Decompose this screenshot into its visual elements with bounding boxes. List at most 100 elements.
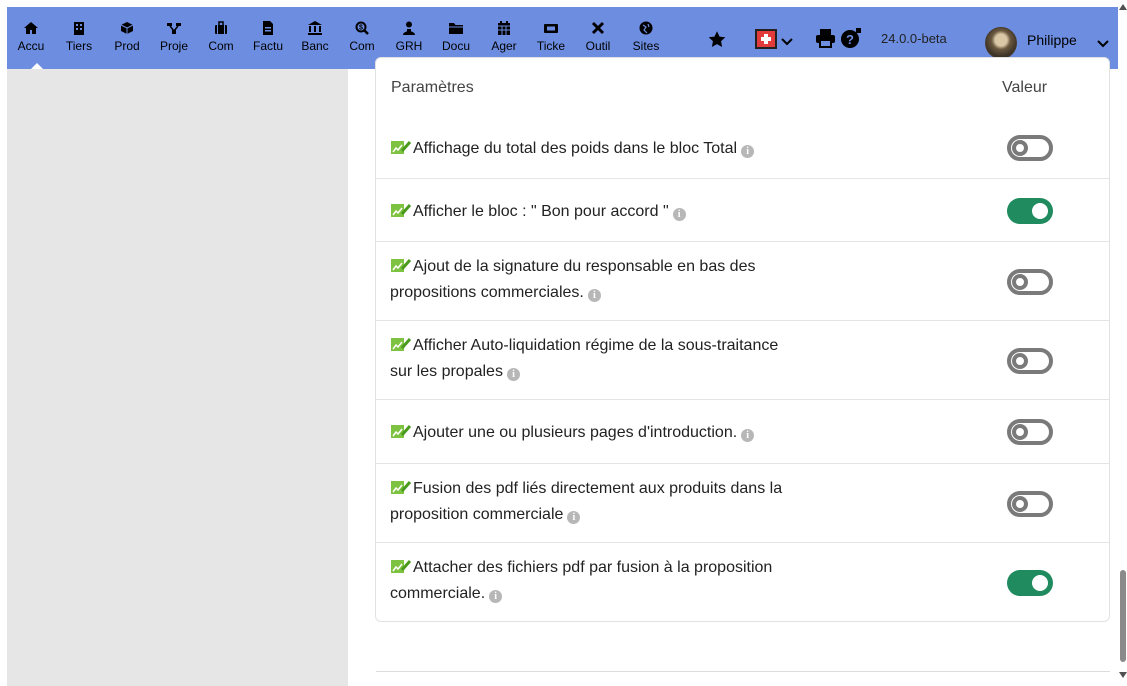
left-panel xyxy=(7,69,348,686)
menu-item-label: Factu xyxy=(252,39,283,53)
info-icon[interactable]: i xyxy=(741,429,755,442)
menu-item-products[interactable]: Prod xyxy=(103,7,151,69)
avatar[interactable] xyxy=(985,27,1017,59)
help-icon[interactable]: ? xyxy=(840,28,862,53)
menu-item-bank[interactable]: Banc xyxy=(291,7,339,69)
menu-item-home[interactable]: Accu xyxy=(7,7,55,69)
setting-label-line1: Ajouter une ou plusieurs pages d'introdu… xyxy=(413,424,738,441)
setting-label-line1: Fusion des pdf liés directement aux prod… xyxy=(413,480,783,497)
menu-item-label: Com xyxy=(349,39,375,53)
menu-item-label: Ager xyxy=(491,39,517,53)
info-icon[interactable]: i xyxy=(489,590,503,603)
setting-toggle[interactable] xyxy=(1007,348,1053,374)
column-header-parameters: Paramètres xyxy=(391,79,474,96)
username[interactable]: Philippe xyxy=(1027,32,1077,48)
language-flag-icon[interactable] xyxy=(755,29,777,54)
parameter-edit-icon xyxy=(391,204,412,217)
scroll-thumb[interactable] xyxy=(1120,570,1126,662)
setting-label-line1: Ajout de la signature du responsable en … xyxy=(413,258,756,275)
users-icon xyxy=(403,21,415,35)
setting-label: Ajout de la signature du responsable en … xyxy=(390,254,910,306)
parameter-edit-icon xyxy=(391,259,412,272)
column-header-value: Valeur xyxy=(1002,79,1048,96)
parameter-edit-icon xyxy=(391,338,412,351)
toggle-knob xyxy=(1012,496,1028,512)
setting-label-line2: proposition commerciale xyxy=(390,506,564,523)
svg-text:$: $ xyxy=(359,25,363,32)
tools-icon xyxy=(591,21,605,35)
project-icon xyxy=(167,23,181,34)
cube-icon xyxy=(120,22,134,34)
setting-label-line1: Affichage du total des poids dans le blo… xyxy=(413,140,738,157)
setting-label-line1: Afficher Auto-liquidation régime de la s… xyxy=(413,337,779,354)
menu-item-thirdparties[interactable]: Tiers xyxy=(55,7,103,69)
search-dollar-icon: $ xyxy=(355,21,369,35)
setting-row: Ajouter une ou plusieurs pages d'introdu… xyxy=(376,400,1109,464)
invoice-icon xyxy=(263,21,273,35)
menu-item-projects[interactable]: Proje xyxy=(150,7,198,69)
version-label: 24.0.0-beta xyxy=(881,31,947,46)
svg-text:?: ? xyxy=(846,32,854,47)
setting-toggle[interactable] xyxy=(1007,491,1053,517)
setting-toggle[interactable] xyxy=(1007,570,1053,596)
bookmark-star-icon[interactable] xyxy=(707,30,727,54)
menu-item-label: Ticke xyxy=(536,39,566,53)
setting-toggle[interactable] xyxy=(1007,419,1053,445)
menu-item-label: Proje xyxy=(159,39,188,53)
scroll-down-arrow-icon[interactable] xyxy=(1119,672,1127,678)
toggle-knob xyxy=(1012,424,1028,440)
info-icon[interactable]: i xyxy=(587,289,601,302)
parameter-edit-icon xyxy=(391,141,412,154)
menu-item-label: Docu xyxy=(441,39,470,53)
menu-item-billing[interactable]: Factu xyxy=(244,7,292,69)
setting-label-line1: Afficher le bloc : " Bon pour accord " xyxy=(413,203,669,220)
setting-label: Fusion des pdf liés directement aux prod… xyxy=(390,476,910,528)
menu-item-label: Banc xyxy=(301,39,329,53)
scroll-up-arrow-icon[interactable] xyxy=(1119,4,1127,10)
home-icon xyxy=(24,22,38,34)
setting-label: Afficher Auto-liquidation régime de la s… xyxy=(390,333,910,385)
setting-toggle[interactable] xyxy=(1007,198,1053,224)
setting-toggle[interactable] xyxy=(1007,269,1053,295)
toggle-knob xyxy=(1012,274,1028,290)
menu-item-label: Tiers xyxy=(65,39,93,53)
info-icon[interactable]: i xyxy=(567,511,581,524)
ticket-icon xyxy=(544,24,558,33)
print-icon[interactable] xyxy=(815,28,836,53)
toggle-knob xyxy=(1032,575,1048,591)
toggle-knob xyxy=(1012,140,1028,156)
calendar-icon xyxy=(498,21,510,35)
menu-item-label: GRH xyxy=(395,39,423,53)
section-divider xyxy=(376,671,1110,672)
setting-label-line2: commerciale. xyxy=(390,585,486,602)
setting-label: Affichage du total des poids dans le blo… xyxy=(390,136,910,162)
toggle-knob xyxy=(1032,203,1048,219)
setting-label-line1: Attacher des fichiers pdf par fusion à l… xyxy=(413,559,773,576)
building-icon xyxy=(74,22,84,35)
bank-icon xyxy=(308,21,322,35)
parameter-edit-icon xyxy=(391,425,412,438)
chevron-down-icon[interactable] xyxy=(781,34,793,52)
suitcase-icon xyxy=(215,21,227,34)
user-menu-chevron-icon[interactable] xyxy=(1097,36,1109,54)
parameter-edit-icon xyxy=(391,481,412,494)
folder-icon xyxy=(449,23,463,34)
setting-label: Afficher le bloc : " Bon pour accord " i xyxy=(390,199,910,225)
setting-row: Afficher Auto-liquidation régime de la s… xyxy=(376,321,1109,400)
menu-item-label: Com xyxy=(208,39,234,53)
info-icon[interactable]: i xyxy=(672,208,686,221)
setting-label-line2: propositions commerciales. xyxy=(390,284,584,301)
info-icon[interactable]: i xyxy=(741,145,755,158)
setting-row: Ajout de la signature du responsable en … xyxy=(376,242,1109,321)
setting-row: Afficher le bloc : " Bon pour accord " i xyxy=(376,179,1109,242)
menu-item-label: Prod xyxy=(114,39,140,53)
info-icon[interactable]: i xyxy=(506,368,520,381)
setting-toggle[interactable] xyxy=(1007,135,1053,161)
setting-label: Ajouter une ou plusieurs pages d'introdu… xyxy=(390,420,910,446)
setting-row: Attacher des fichiers pdf par fusion à l… xyxy=(376,543,1109,622)
menu-item-label: Sites xyxy=(632,39,660,53)
toggle-knob xyxy=(1012,353,1028,369)
menu-item-commercial[interactable]: Com xyxy=(197,7,245,69)
setting-row: Fusion des pdf liés directement aux prod… xyxy=(376,464,1109,543)
parameter-edit-icon xyxy=(391,560,412,573)
